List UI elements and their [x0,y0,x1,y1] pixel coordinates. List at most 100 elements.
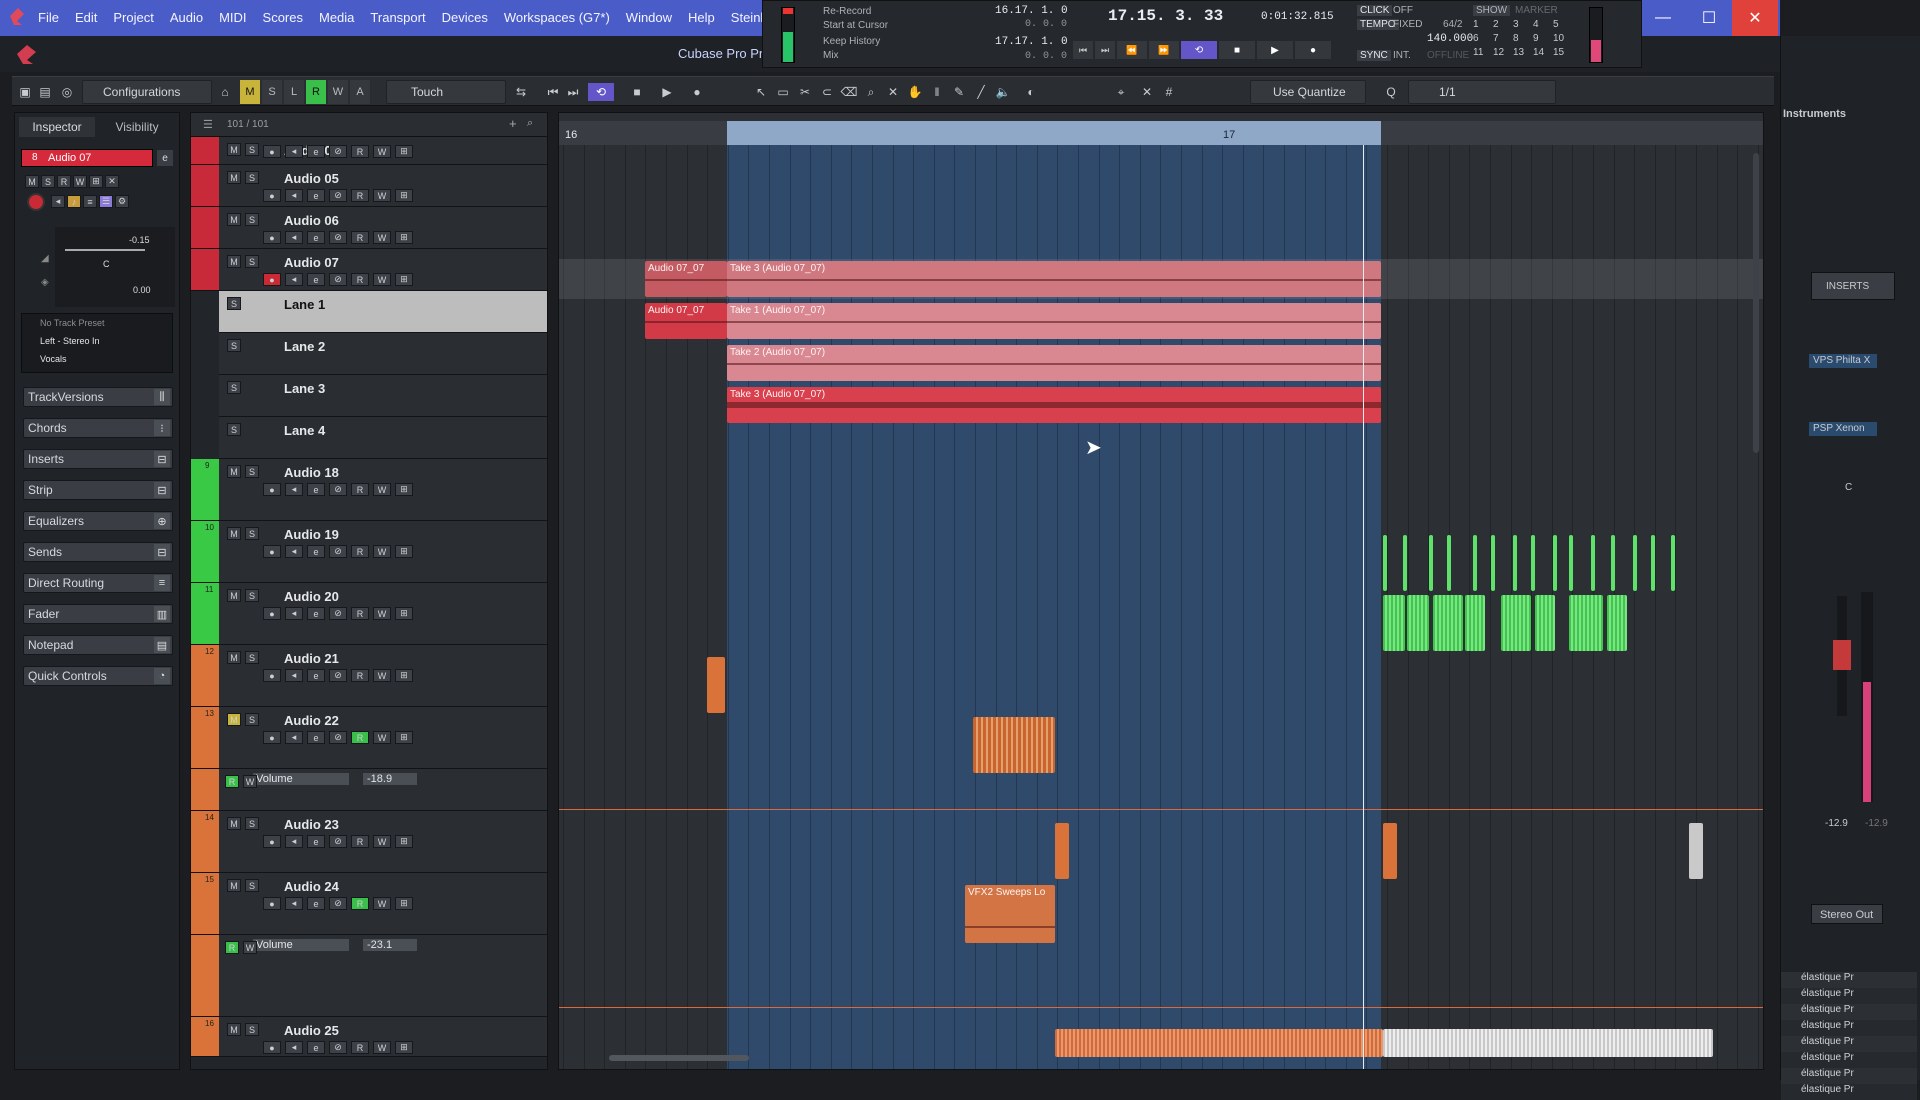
inspector-section-chords[interactable]: Chords ⁝ [23,418,173,438]
toolbar-record-icon[interactable]: ● [684,83,710,101]
track-row[interactable]: 11 Audio 20 M S ● ◂ e ⊘ R W ⊞ [191,583,547,645]
solo-button[interactable]: S [227,297,241,310]
show-label[interactable]: SHOW [1473,5,1511,16]
cubase-logo-icon[interactable] [6,5,28,27]
event-audio20-clip[interactable] [1607,595,1627,651]
record-enable-icon[interactable]: ● [263,145,281,158]
snap-type-icon[interactable]: ✕ [1138,83,1156,101]
record-enable-icon[interactable]: ● [263,835,281,848]
mute-button[interactable]: M [227,255,241,268]
marker-1[interactable]: 1 [1473,19,1479,30]
track-name[interactable]: Audio 25 [284,1023,339,1038]
solo-button[interactable]: S [245,713,259,726]
menu-item-media[interactable]: Media [311,6,362,29]
event-audio21[interactable] [707,657,725,713]
write-icon[interactable]: W [373,731,391,744]
event-audio19-hit[interactable] [1491,535,1495,591]
lanes-icon[interactable]: ⊞ [395,731,413,744]
track-row[interactable]: 13 Audio 22 M S ● ◂ e ⊘ R W ⊞ [191,707,547,769]
solo-button[interactable]: S [245,171,259,184]
inspector-toggle-icon[interactable]: ▣ [16,83,34,101]
forward-icon[interactable]: ⏩ [1149,41,1179,59]
lanes-icon[interactable]: ⊞ [395,607,413,620]
track-color-strip[interactable]: 11 [191,583,219,644]
write-icon[interactable]: W [373,483,391,496]
monitor-icon[interactable]: ◂ [285,273,303,286]
time-signature[interactable]: 64/2 [1443,19,1462,30]
algorithm-list-item[interactable]: élastique Pr [1781,1036,1917,1052]
write-icon[interactable]: W [373,835,391,848]
event-audio25-a[interactable] [1055,1029,1383,1057]
event-audio20-clip[interactable] [1433,595,1463,651]
solo-button[interactable]: S [227,381,241,394]
strip-pan-value[interactable]: C [1845,482,1852,493]
volume-automation-line-1[interactable] [559,809,1763,810]
algorithm-list-item[interactable]: élastique Pr [1781,1020,1917,1036]
inspector-section-notepad[interactable]: Notepad ▤ [23,635,173,655]
bypass-icon[interactable]: ⊘ [329,835,347,848]
event-audio23-c[interactable] [1689,823,1703,879]
event-audio19-hit[interactable] [1651,535,1655,591]
record-enable-icon[interactable]: ● [263,273,281,286]
track-preset-field[interactable]: No Track Preset [40,318,105,328]
track-name[interactable]: Lane 2 [284,339,325,354]
menu-item-audio[interactable]: Audio [162,6,211,29]
event-audio19-hit[interactable] [1591,535,1595,591]
settings-icon[interactable]: ⚙ [115,195,129,208]
track-name[interactable]: Audio 06 [284,213,339,228]
lanes-icon[interactable]: ⊞ [395,483,413,496]
record-enable-icon[interactable]: ● [263,897,281,910]
track-color-strip[interactable]: 14 [191,811,219,872]
track-color-strip[interactable] [191,165,219,206]
insp-read-button[interactable]: R [57,175,71,188]
lane-track[interactable]: Lane 2 S [219,333,547,375]
monitor-icon[interactable]: ◂ [285,145,303,158]
track-name[interactable]: Audio 18 [284,465,339,480]
stereo-out-button[interactable]: Stereo Out [1811,904,1883,924]
monitor-icon[interactable]: ◂ [285,189,303,202]
event-take2[interactable]: Take 2 (Audio 07_07) [727,345,1381,381]
mute-button[interactable]: M [227,651,241,664]
bypass-icon[interactable]: ⊘ [329,273,347,286]
menu-item-window[interactable]: Window [618,6,680,29]
color-icon[interactable]: ◐ [1022,83,1040,101]
left-zone-icon[interactable]: ▤ [36,83,54,101]
goto-end-icon[interactable]: ⏭ [1095,41,1115,59]
track-name[interactable]: Audio 23 [284,817,339,832]
grid-icon[interactable]: # [1160,83,1178,101]
insp-edit-button[interactable]: ⊞ [89,175,103,188]
global-toggle-m[interactable]: M [240,80,260,104]
write-icon[interactable]: W [373,897,391,910]
cycle-icon[interactable]: ⟲ [1181,41,1217,59]
plugin-slot-1[interactable]: VPS Philta X [1809,354,1877,368]
menu-item-file[interactable]: File [30,6,67,29]
close-button[interactable]: ✕ [1732,0,1778,36]
insp-write-button[interactable]: W [73,175,87,188]
mute-button[interactable]: M [227,817,241,830]
event-audio22[interactable] [973,717,1055,773]
goto-prev-icon[interactable]: ⏮ [544,83,562,101]
quantize-preset-select[interactable]: Use Quantize [1250,80,1366,104]
edit-icon[interactable]: e [307,669,325,682]
volume-automation-line-2[interactable] [559,1007,1763,1008]
edit-icon[interactable]: e [307,607,325,620]
algorithm-list-item[interactable]: élastique Pr [1781,972,1917,988]
mute-tool-icon[interactable]: ✕ [884,83,902,101]
tempo-mode[interactable]: FIXED [1393,19,1422,30]
track-color-strip[interactable]: 13 [191,707,219,768]
read-icon[interactable]: R [351,545,369,558]
input-routing-field[interactable]: Left - Stereo In [40,336,100,346]
solo-button[interactable]: S [245,465,259,478]
instruments-label[interactable]: Instruments [1783,108,1846,120]
solo-button[interactable]: S [245,255,259,268]
menu-item-help[interactable]: Help [680,6,723,29]
monitor-icon[interactable]: ◂ [285,731,303,744]
monitor-icon[interactable]: ◂ [285,669,303,682]
read-icon[interactable]: R [351,145,369,158]
bypass-icon[interactable]: ⊘ [329,545,347,558]
edit-icon[interactable]: e [307,731,325,744]
lanes-icon[interactable]: ⊞ [395,545,413,558]
event-audio20-clip[interactable] [1465,595,1485,651]
read-icon[interactable]: R [351,231,369,244]
bypass-icon[interactable]: ⊘ [329,669,347,682]
